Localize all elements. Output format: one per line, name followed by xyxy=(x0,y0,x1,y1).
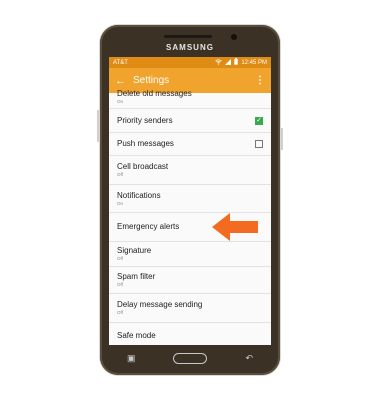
checkbox-unchecked[interactable] xyxy=(255,140,263,148)
setting-label: Push messages xyxy=(117,139,174,148)
setting-value: Off xyxy=(117,310,123,315)
screen: AT&T 12:45 PM ← Settings ⋮ Delete old me… xyxy=(109,57,271,345)
setting-safe-mode[interactable]: Safe mode xyxy=(109,323,271,345)
setting-label: Delay message sending xyxy=(117,300,203,309)
setting-value: On xyxy=(117,200,124,206)
checkbox-checked[interactable]: ✓ xyxy=(255,116,263,125)
power-button xyxy=(280,128,283,150)
setting-value: Off xyxy=(117,256,123,261)
pointer-arrow-icon xyxy=(212,211,260,248)
setting-label: Safe mode xyxy=(117,331,156,340)
front-camera xyxy=(231,34,237,40)
setting-notifications[interactable]: Notifications On xyxy=(109,185,271,213)
earpiece-speaker xyxy=(164,35,212,38)
setting-value: Off xyxy=(117,172,123,177)
setting-delay-message-sending[interactable]: Delay message sending Off xyxy=(109,294,271,323)
setting-label: Cell broadcast xyxy=(117,162,169,171)
wifi-icon xyxy=(215,58,223,67)
carrier-label: AT&T xyxy=(113,59,128,66)
navigation-bar: ▣ ↶ xyxy=(109,347,271,369)
setting-label: Notifications xyxy=(117,190,161,200)
clock: 12:45 PM xyxy=(241,59,267,66)
setting-label: Spam filter xyxy=(117,272,156,281)
setting-value: Off xyxy=(117,282,123,287)
back-icon[interactable]: ↶ xyxy=(245,353,253,364)
setting-label: Delete old messages xyxy=(117,88,192,98)
setting-spam-filter[interactable]: Spam filter Off xyxy=(109,267,271,294)
setting-delete-old-messages[interactable]: Delete old messages On xyxy=(109,85,271,109)
setting-push-messages[interactable]: Push messages xyxy=(109,133,271,156)
battery-icon xyxy=(234,58,239,67)
status-bar: AT&T 12:45 PM xyxy=(109,57,271,68)
setting-value: On xyxy=(117,98,124,104)
recent-apps-icon[interactable]: ▣ xyxy=(127,353,136,364)
setting-priority-senders[interactable]: Priority senders ✓ xyxy=(109,109,271,133)
brand-logo: SAMSUNG xyxy=(166,43,214,52)
setting-cell-broadcast[interactable]: Cell broadcast Off xyxy=(109,156,271,185)
signal-icon xyxy=(225,58,232,67)
setting-label: Priority senders xyxy=(117,115,173,125)
home-button[interactable] xyxy=(173,352,208,364)
